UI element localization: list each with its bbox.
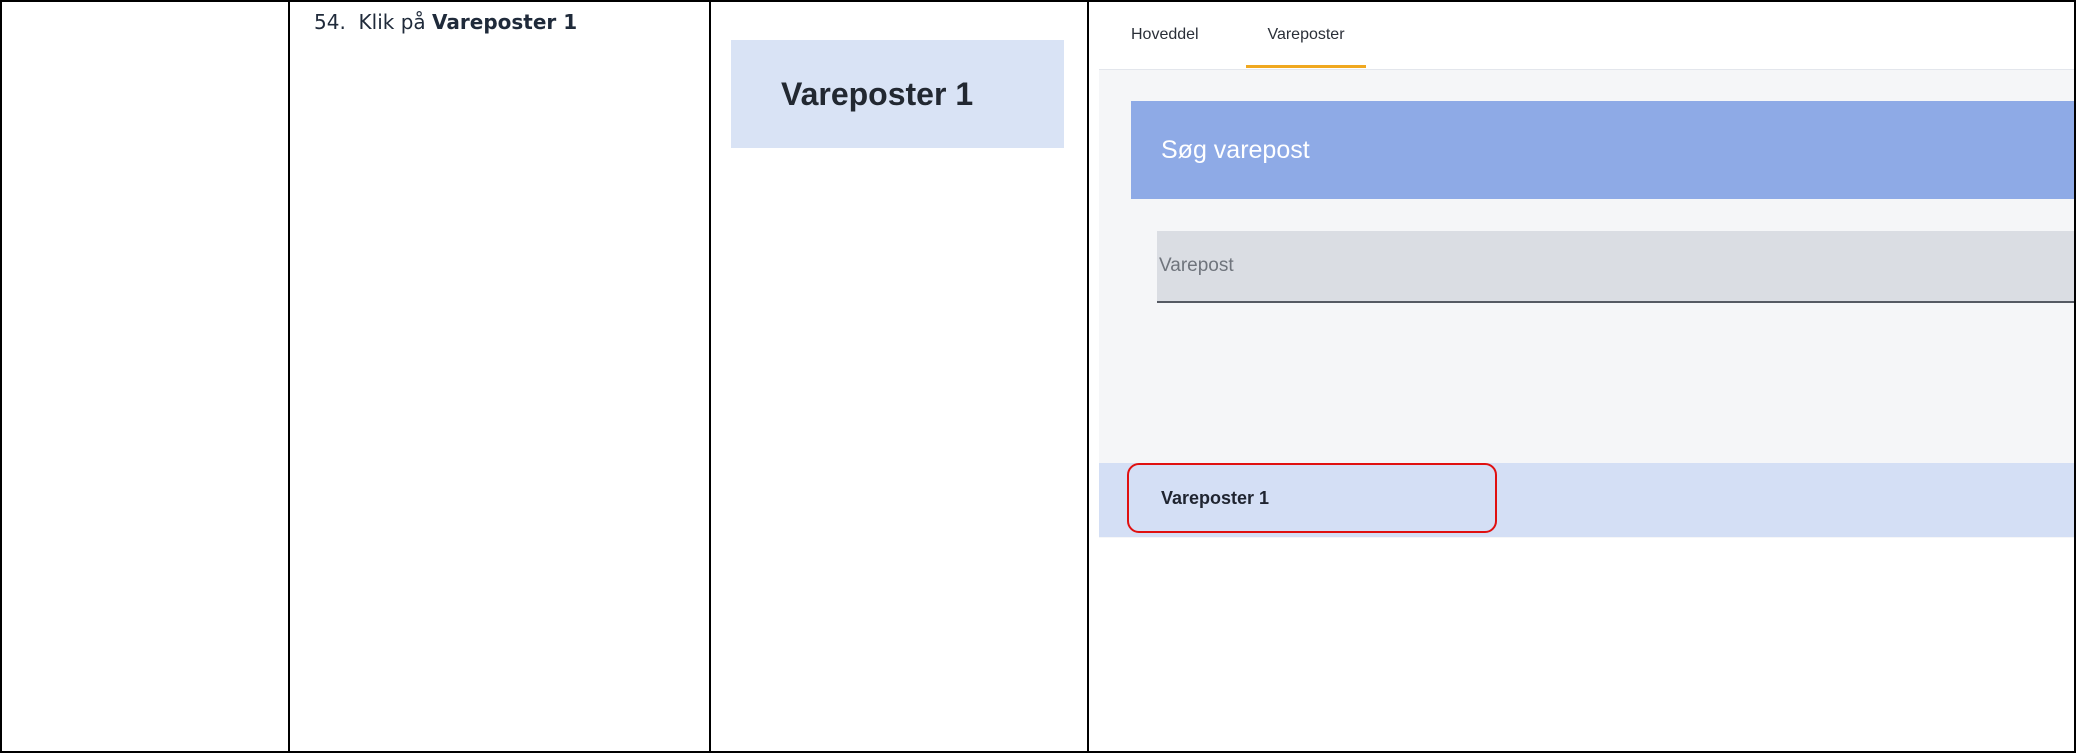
result-item-vareposter-1[interactable]: Vareposter 1 <box>1127 463 1497 533</box>
zoomed-target-label: Vareposter 1 <box>781 75 974 112</box>
step-instruction: 54. Klik på Vareposter 1 <box>290 2 709 34</box>
step-prefix: Klik på <box>358 10 426 34</box>
result-item-label: Vareposter 1 <box>1161 487 1270 508</box>
app-screenshot: Hoveddel Vareposter Søg varepost Varepos… <box>1099 3 2073 538</box>
search-panel-header: Søg varepost <box>1131 101 2073 199</box>
main-content: Søg varepost Vareposter 1 <box>1099 70 2073 538</box>
zoom-cell: Vareposter 1 <box>709 0 1089 753</box>
varepost-search-input[interactable] <box>1157 231 2073 301</box>
zoomed-target-preview: Vareposter 1 <box>731 40 1064 148</box>
tab-hoveddel[interactable]: Hoveddel <box>1131 3 1199 67</box>
tab-vareposter[interactable]: Vareposter <box>1246 3 1366 68</box>
step-number: 54. <box>314 10 346 34</box>
empty-cell <box>0 0 290 753</box>
step-target: Vareposter 1 <box>432 10 578 34</box>
search-panel-title: Søg varepost <box>1161 135 1310 164</box>
instruction-table: 54. Klik på Vareposter 1 Vareposter 1 Ho… <box>0 0 2076 753</box>
tab-bar: Hoveddel Vareposter <box>1099 3 2073 70</box>
varepost-search-field[interactable] <box>1157 231 2073 303</box>
instruction-row: 54. Klik på Vareposter 1 Vareposter 1 Ho… <box>0 0 2076 753</box>
screenshot-cell: Hoveddel Vareposter Søg varepost Varepos… <box>1087 0 2076 753</box>
step-cell: 54. Klik på Vareposter 1 <box>288 0 711 753</box>
